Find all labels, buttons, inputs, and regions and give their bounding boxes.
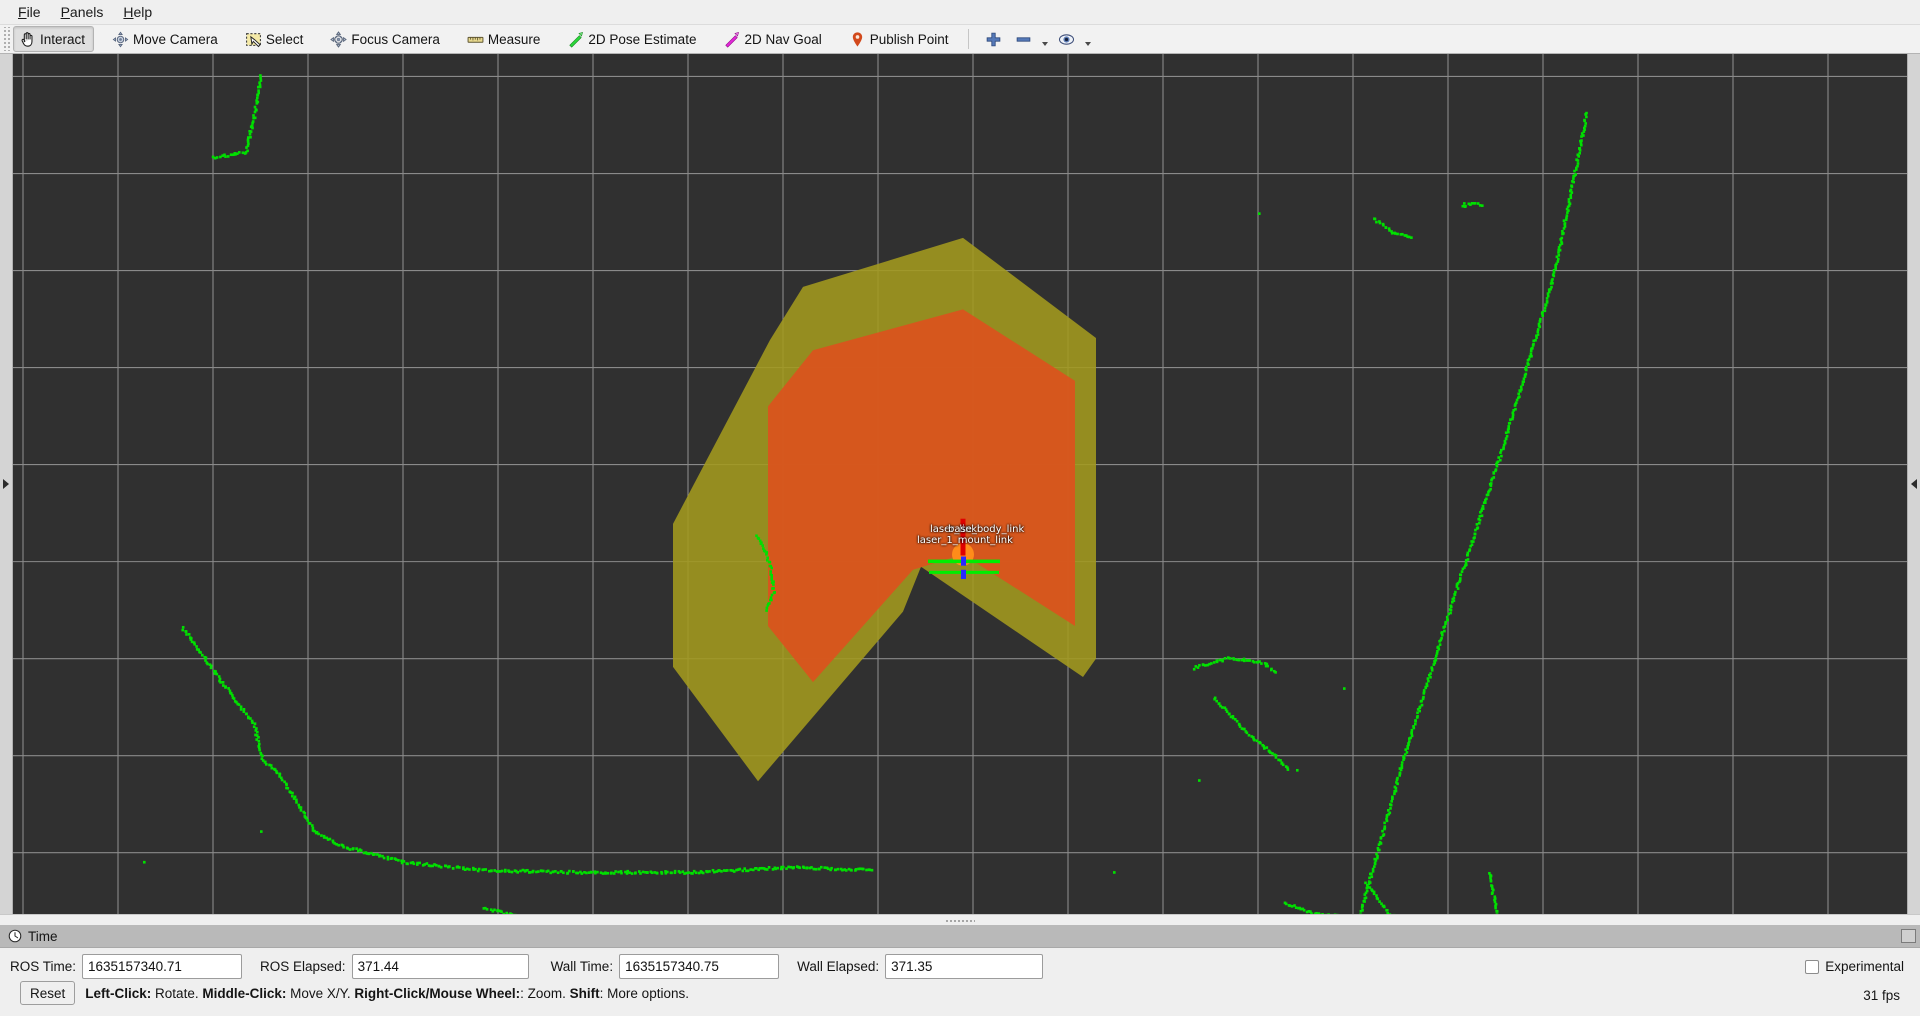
experimental-checkbox[interactable]: [1805, 960, 1819, 974]
hint-zoom: : Zoom.: [520, 986, 570, 1001]
wall-time-field: Wall Time:: [551, 954, 780, 979]
hint-middle-click: Middle-Click:: [202, 986, 286, 1001]
magenta-arrow-icon: [723, 31, 740, 48]
right-panel-expand-handle[interactable]: [1907, 54, 1920, 914]
hint-more: : More options.: [600, 986, 689, 1001]
tool-select-label: Select: [266, 32, 304, 47]
focus-camera-icon: [330, 31, 347, 48]
hint-shift: Shift: [570, 986, 600, 1001]
tool-publish-point-button[interactable]: Publish Point: [843, 26, 958, 52]
tool-focus-camera-label: Focus Camera: [351, 32, 440, 47]
reset-button[interactable]: Reset: [20, 981, 75, 1005]
menu-panels-label: anels: [70, 4, 103, 20]
move-camera-icon: [112, 31, 129, 48]
viewport-time-splitter[interactable]: [0, 914, 1920, 925]
hint-rotate: Rotate.: [151, 986, 202, 1001]
tool-focus-camera-button[interactable]: Focus Camera: [324, 26, 449, 52]
time-panel-title: Time: [28, 929, 58, 944]
tool-properties-dropdown-arrow[interactable]: [1082, 26, 1095, 52]
plus-icon: [985, 31, 1002, 48]
select-rect-icon: [245, 31, 262, 48]
wall-elapsed-field: Wall Elapsed:: [797, 954, 1043, 979]
tool-move-camera-label: Move Camera: [133, 32, 218, 47]
time-panel: Time ROS Time: ROS Elapsed: Wall Time: W…: [0, 925, 1920, 1016]
left-panel-expand-handle[interactable]: [0, 54, 13, 914]
tool-2d-pose-estimate-label: 2D Pose Estimate: [588, 32, 696, 47]
menu-bar: File Panels Help: [0, 0, 1920, 24]
clock-icon: [8, 929, 22, 943]
hint-row: Reset Left-Click: Rotate. Middle-Click: …: [10, 979, 699, 1012]
wall-time-label: Wall Time:: [551, 959, 614, 974]
chevron-right-icon: [3, 479, 9, 489]
tool-2d-nav-goal-button[interactable]: 2D Nav Goal: [717, 26, 830, 52]
ros-time-input[interactable]: [82, 954, 242, 979]
ros-time-label: ROS Time:: [10, 959, 76, 974]
ruler-icon: [467, 31, 484, 48]
tool-interact-label: Interact: [40, 32, 85, 47]
menu-panels[interactable]: Panels: [51, 1, 114, 23]
tool-measure-button[interactable]: Measure: [461, 26, 550, 52]
remove-tool-dropdown-arrow[interactable]: [1039, 26, 1052, 52]
time-panel-float-button[interactable]: [1901, 929, 1916, 943]
hand-cursor-icon: [19, 31, 36, 48]
tool-measure-label: Measure: [488, 32, 541, 47]
tool-interact-button[interactable]: Interact: [13, 26, 94, 52]
ros-time-field: ROS Time:: [10, 954, 242, 979]
menu-file[interactable]: File: [8, 1, 51, 23]
scene-svg: [13, 54, 1907, 914]
hint-move: Move X/Y.: [286, 986, 354, 1001]
menu-help[interactable]: Help: [113, 1, 162, 23]
add-tool-button[interactable]: [979, 26, 1009, 52]
main-area: laser_link base_body_link laser_1_mount_…: [0, 54, 1920, 914]
time-panel-body: ROS Time: ROS Elapsed: Wall Time: Wall E…: [0, 948, 1920, 1016]
tool-bar: Interact Move Camera Select Focus Camera: [0, 24, 1920, 54]
tool-2d-pose-estimate-button[interactable]: 2D Pose Estimate: [561, 26, 705, 52]
remove-tool-button[interactable]: [1009, 26, 1039, 52]
green-arrow-icon: [567, 31, 584, 48]
wall-elapsed-label: Wall Elapsed:: [797, 959, 879, 974]
tool-move-camera-button[interactable]: Move Camera: [106, 26, 227, 52]
mouse-hint-text: Left-Click: Rotate. Middle-Click: Move X…: [85, 986, 689, 1001]
wall-time-input[interactable]: [619, 954, 779, 979]
tool-select-button[interactable]: Select: [239, 26, 313, 52]
time-fields-row: ROS Time: ROS Elapsed: Wall Time: Wall E…: [10, 954, 1910, 979]
splitter-grip-icon: [945, 919, 975, 922]
fps-counter: 31 fps: [1863, 988, 1900, 1003]
eye-icon: [1058, 31, 1075, 48]
tool-publish-point-label: Publish Point: [870, 32, 949, 47]
ros-elapsed-input[interactable]: [352, 954, 529, 979]
tool-properties-button[interactable]: [1052, 26, 1082, 52]
toolbar-separator: [968, 29, 969, 49]
menu-file-label: ile: [27, 4, 41, 20]
experimental-label: Experimental: [1825, 959, 1904, 974]
time-panel-header: Time: [0, 925, 1920, 948]
map-pin-icon: [849, 31, 866, 48]
time-panel-right-column: Experimental: [1805, 959, 1910, 974]
tool-2d-nav-goal-label: 2D Nav Goal: [744, 32, 821, 47]
hint-left-click: Left-Click:: [85, 986, 151, 1001]
chevron-left-icon: [1911, 479, 1917, 489]
menu-help-label: elp: [134, 4, 153, 20]
experimental-checkbox-row[interactable]: Experimental: [1805, 959, 1904, 974]
toolbar-drag-handle[interactable]: [2, 27, 11, 51]
hint-right-click: Right-Click/Mouse Wheel:: [354, 986, 520, 1001]
minus-icon: [1015, 31, 1032, 48]
ros-elapsed-label: ROS Elapsed:: [260, 959, 346, 974]
wall-elapsed-input[interactable]: [885, 954, 1043, 979]
render-viewport-3d[interactable]: laser_link base_body_link laser_1_mount_…: [13, 54, 1907, 914]
ros-elapsed-field: ROS Elapsed:: [260, 954, 529, 979]
